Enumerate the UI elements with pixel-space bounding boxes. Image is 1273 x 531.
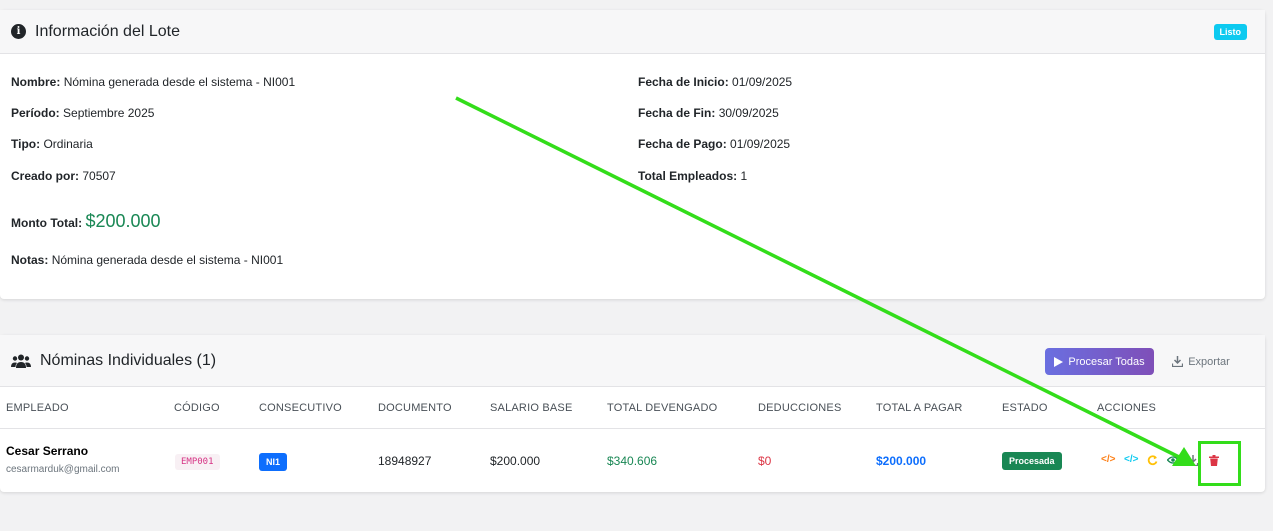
download-icon[interactable] bbox=[1188, 455, 1198, 466]
total-empleados-field: Total Empleados: 1 bbox=[638, 169, 747, 183]
periodo-label: Período: bbox=[11, 106, 60, 120]
creado-field: Creado por: 70507 bbox=[11, 169, 116, 183]
periodo-value: Septiembre 2025 bbox=[63, 106, 155, 120]
eye-icon[interactable] bbox=[1167, 455, 1179, 465]
tipo-field: Tipo: Ordinaria bbox=[11, 137, 93, 151]
nominas-card: Nóminas Individuales (1) Procesar Todas … bbox=[0, 335, 1265, 492]
table-header: EMPLEADO CÓDIGO CONSECUTIVO DOCUMENTO SA… bbox=[0, 387, 1265, 429]
exportar-button[interactable]: Exportar bbox=[1163, 348, 1239, 375]
lote-info-card: i Información del Lote Listo Nombre: Nóm… bbox=[0, 10, 1265, 299]
employee-email: cesarmarduk@gmail.com bbox=[6, 464, 120, 475]
code-icon[interactable]: </> bbox=[1124, 454, 1138, 465]
monto-value: $200.000 bbox=[85, 211, 161, 231]
tipo-value: Ordinaria bbox=[43, 137, 93, 151]
nombre-field: Nombre: Nómina generada desde el sistema… bbox=[11, 75, 295, 89]
consecutivo-badge: NI1 bbox=[259, 453, 288, 471]
total-empleados-value: 1 bbox=[740, 169, 748, 183]
download-icon bbox=[1172, 356, 1184, 367]
column-header: ACCIONES bbox=[1097, 402, 1157, 414]
column-header: DEDUCCIONES bbox=[758, 402, 842, 414]
notas-label: Notas: bbox=[11, 253, 49, 267]
status-badge: Listo bbox=[1213, 24, 1247, 40]
deducciones-value: $0 bbox=[758, 454, 772, 468]
pago-field: Fecha de Pago: 01/09/2025 bbox=[638, 137, 790, 151]
tipo-label: Tipo: bbox=[11, 137, 41, 151]
pago-label: Fecha de Pago: bbox=[638, 137, 727, 151]
employee-code: EMP001 bbox=[175, 454, 220, 470]
inicio-field: Fecha de Inicio: 01/09/2025 bbox=[638, 75, 792, 89]
nombre-label: Nombre: bbox=[11, 75, 61, 89]
nominas-header: Nóminas Individuales (1) Procesar Todas … bbox=[0, 335, 1265, 387]
column-header: CONSECUTIVO bbox=[259, 402, 342, 414]
procesar-todas-label: Procesar Todas bbox=[1068, 355, 1145, 368]
notas-field: Notas: Nómina generada desde el sistema … bbox=[11, 253, 283, 267]
total-devengado-value: $340.606 bbox=[607, 454, 658, 468]
lote-info-header: i Información del Lote Listo bbox=[0, 10, 1265, 54]
estado-badge: Procesada bbox=[1002, 452, 1062, 470]
play-icon bbox=[1054, 356, 1064, 367]
lote-info-title: Información del Lote bbox=[35, 22, 180, 40]
highlight-box bbox=[1198, 441, 1241, 486]
procesar-todas-button[interactable]: Procesar Todas bbox=[1045, 348, 1154, 375]
column-header: DOCUMENTO bbox=[378, 402, 452, 414]
monto-label: Monto Total: bbox=[11, 216, 83, 230]
exportar-label: Exportar bbox=[1188, 355, 1230, 368]
creado-value: 70507 bbox=[82, 169, 116, 183]
documento-value: 18948927 bbox=[378, 454, 432, 468]
column-header: CÓDIGO bbox=[174, 402, 220, 414]
total-pagar-value: $200.000 bbox=[876, 454, 927, 468]
inicio-label: Fecha de Inicio: bbox=[638, 75, 729, 89]
refresh-icon[interactable] bbox=[1147, 455, 1158, 466]
inicio-value: 01/09/2025 bbox=[732, 75, 793, 89]
creado-label: Creado por: bbox=[11, 169, 80, 183]
nominas-title: Nóminas Individuales (1) bbox=[40, 351, 217, 369]
periodo-field: Período: Septiembre 2025 bbox=[11, 106, 154, 120]
employee-name: Cesar Serrano bbox=[6, 444, 89, 458]
fin-label: Fecha de Fin: bbox=[638, 106, 716, 120]
monto-field: Monto Total: $200.000 bbox=[11, 211, 161, 232]
column-header: ESTADO bbox=[1002, 402, 1048, 414]
notas-value: Nómina generada desde el sistema - NI001 bbox=[51, 253, 284, 267]
fin-field: Fecha de Fin: 30/09/2025 bbox=[638, 106, 779, 120]
salario-base-value: $200.000 bbox=[490, 454, 541, 468]
column-header: TOTAL DEVENGADO bbox=[607, 402, 718, 414]
fin-value: 30/09/2025 bbox=[718, 106, 779, 120]
column-header: TOTAL A PAGAR bbox=[876, 402, 963, 414]
users-icon bbox=[11, 354, 31, 368]
nombre-value: Nómina generada desde el sistema - NI001 bbox=[63, 75, 296, 89]
pago-value: 01/09/2025 bbox=[730, 137, 791, 151]
column-header: EMPLEADO bbox=[6, 402, 69, 414]
column-header: SALARIO BASE bbox=[490, 402, 573, 414]
info-icon: i bbox=[11, 24, 26, 39]
total-empleados-label: Total Empleados: bbox=[638, 169, 738, 183]
code-icon[interactable]: </> bbox=[1101, 454, 1115, 465]
